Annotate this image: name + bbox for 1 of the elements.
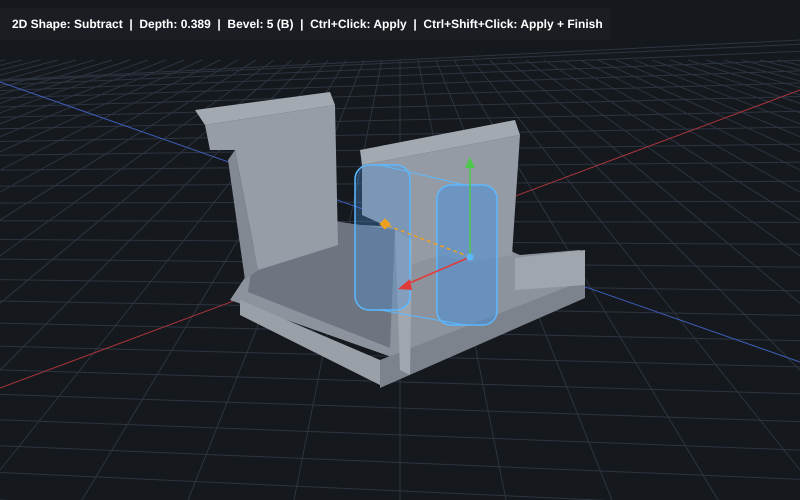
status-text: 2D Shape: Subtract | Depth: 0.389 | Bevel: 5 (B) | Ctrl+Click: Apply | Ctrl+Shift+Click: Apply + Finish [12,17,603,31]
